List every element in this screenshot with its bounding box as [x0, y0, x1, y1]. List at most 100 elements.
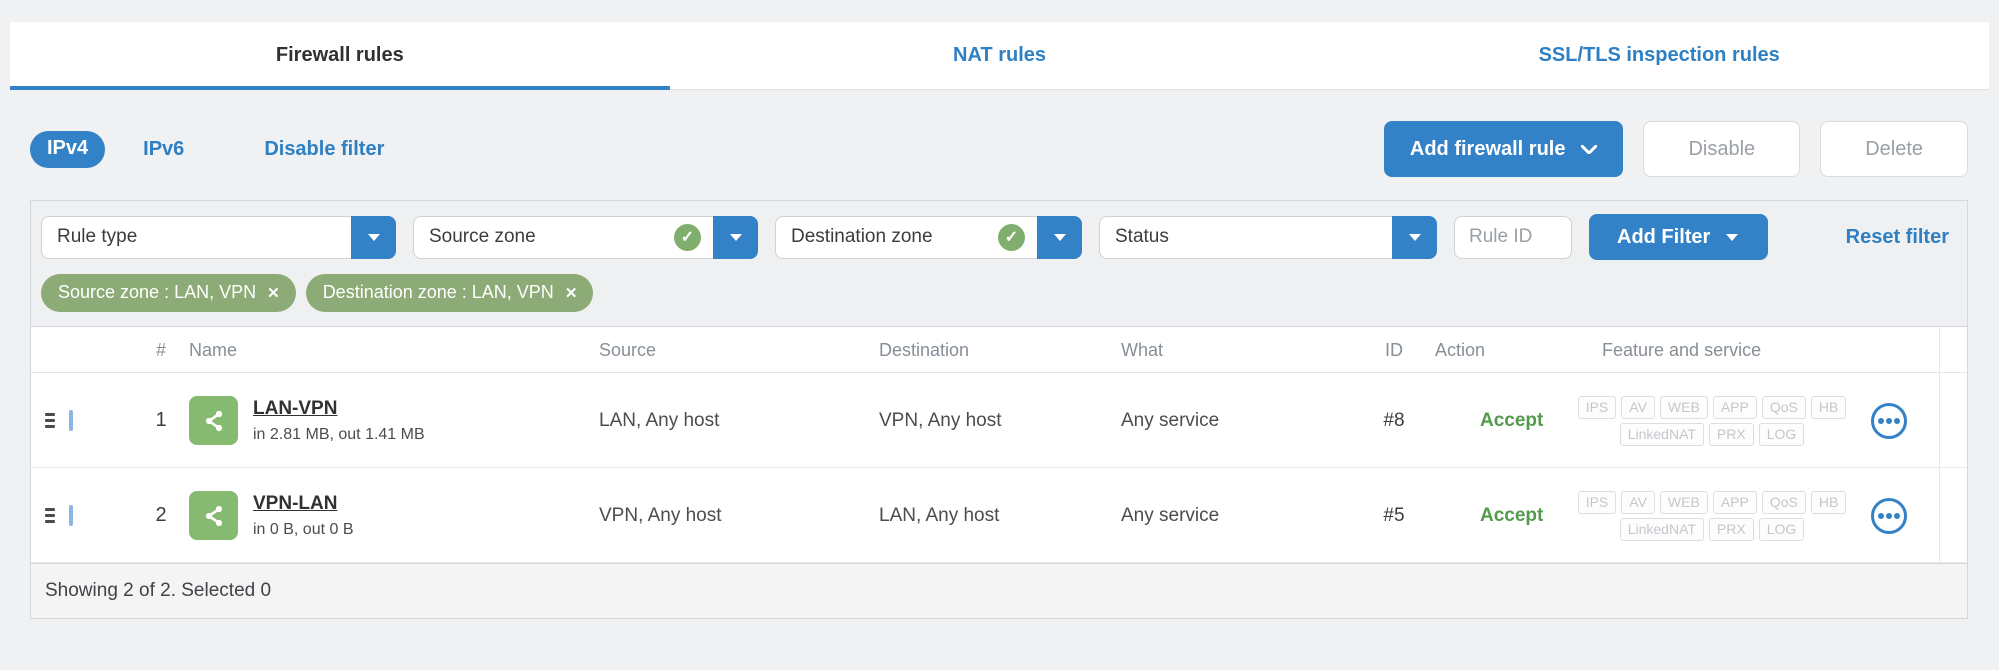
- badge-av: AV: [1621, 490, 1655, 514]
- add-firewall-rule-button[interactable]: Add firewall rule: [1383, 121, 1624, 177]
- delete-button[interactable]: Delete: [1820, 121, 1968, 177]
- status-label: Status: [1115, 226, 1169, 247]
- rule-what: Any service: [1121, 504, 1220, 526]
- badge-qos: QoS: [1761, 395, 1806, 419]
- badge-av: AV: [1621, 395, 1655, 419]
- toolbar-actions: Add firewall rule Disable Delete: [1383, 121, 1968, 177]
- chip-source-zone-label: Source zone : LAN, VPN: [58, 282, 257, 302]
- row-more-actions-icon[interactable]: [1871, 402, 1907, 439]
- status-dropdown[interactable]: Status: [1099, 215, 1437, 259]
- rule-destination: LAN, Any host: [879, 504, 1000, 526]
- badge-log: LOG: [1758, 422, 1805, 446]
- share-icon: [205, 505, 222, 526]
- scroll-gutter: [1939, 327, 1967, 374]
- remove-chip-icon[interactable]: ✕: [565, 284, 578, 302]
- tab-nat-rules[interactable]: NAT rules: [670, 22, 1330, 89]
- showing-count-text: Showing 2 of 2. Selected 0: [45, 580, 272, 601]
- rule-type-label: Rule type: [57, 226, 138, 247]
- add-firewall-rule-label: Add firewall rule: [1409, 137, 1566, 160]
- remove-chip-icon[interactable]: ✕: [267, 284, 280, 302]
- row-checkbox[interactable]: [69, 504, 73, 526]
- table-footer: Showing 2 of 2. Selected 0: [31, 563, 1967, 618]
- table-row: 1 LAN-VPN in 2.81 MB, out 1.41 MB LAN, A…: [31, 373, 1967, 468]
- tab-nat-rules-label: NAT rules: [953, 44, 1046, 66]
- filter-applied-check-icon: ✓: [998, 223, 1025, 251]
- badge-ips: IPS: [1577, 395, 1617, 419]
- chevron-down-icon: [729, 233, 742, 241]
- tab-ssl-tls-inspection-rules[interactable]: SSL/TLS inspection rules: [1329, 22, 1989, 89]
- reset-filter-link[interactable]: Reset filter: [1846, 226, 1949, 249]
- tab-ssl-tls-inspection-rules-label: SSL/TLS inspection rules: [1538, 44, 1780, 66]
- row-more-actions-icon[interactable]: [1871, 497, 1907, 534]
- header-destination: Destination: [879, 340, 970, 360]
- rule-name-link[interactable]: LAN-VPN: [253, 398, 337, 420]
- share-rule-icon: [189, 491, 238, 540]
- rules-tab-bar: Firewall rules NAT rules SSL/TLS inspect…: [10, 22, 1989, 90]
- share-rule-icon: [189, 396, 238, 445]
- rule-name-cell: LAN-VPN in 2.81 MB, out 1.41 MB: [189, 396, 599, 445]
- header-id: ID: [1385, 340, 1403, 360]
- header-action: Action: [1435, 340, 1486, 360]
- badge-linkednat: LinkedNAT: [1619, 517, 1704, 541]
- badge-qos: QoS: [1761, 490, 1806, 514]
- table-header: # Name Source Destination What ID Action…: [31, 326, 1967, 374]
- scroll-gutter: [1939, 373, 1967, 468]
- rule-id: #5: [1383, 504, 1405, 526]
- badge-hb: HB: [1810, 490, 1847, 514]
- row-number: 1: [155, 409, 167, 431]
- rule-destination: VPN, Any host: [879, 409, 1002, 431]
- chip-destination-zone-label: Destination zone : LAN, VPN: [322, 282, 554, 302]
- ipv4-toggle[interactable]: IPv4: [30, 130, 106, 168]
- rule-source: LAN, Any host: [599, 409, 720, 431]
- add-filter-button[interactable]: Add Filter: [1589, 214, 1769, 260]
- rule-what: Any service: [1121, 409, 1220, 431]
- share-icon: [205, 410, 222, 431]
- rule-type-dropdown[interactable]: Rule type: [41, 215, 396, 259]
- header-source: Source: [599, 340, 657, 360]
- rule-type-dropdown-button[interactable]: [351, 215, 396, 259]
- drag-handle-icon[interactable]: [31, 508, 69, 523]
- ipv6-toggle[interactable]: IPv6: [143, 138, 184, 161]
- scroll-gutter: [1939, 468, 1967, 563]
- add-filter-label: Add Filter: [1617, 225, 1711, 248]
- rule-source: VPN, Any host: [599, 504, 722, 526]
- row-checkbox[interactable]: [69, 409, 73, 431]
- disable-filter-link[interactable]: Disable filter: [264, 138, 384, 161]
- chevron-down-icon: [367, 233, 380, 241]
- badge-ips: IPS: [1577, 490, 1617, 514]
- chip-destination-zone[interactable]: Destination zone : LAN, VPN ✕: [305, 274, 594, 312]
- active-filter-chips: Source zone : LAN, VPN ✕ Destination zon…: [31, 272, 1967, 326]
- feature-badges: IPS AV WEB APP QoS HB LinkedNAT PRX LOG: [1547, 395, 1847, 446]
- badge-hb: HB: [1810, 395, 1847, 419]
- destination-zone-dropdown-button[interactable]: [1037, 215, 1082, 259]
- badge-prx: PRX: [1708, 422, 1754, 446]
- chevron-down-icon: [1408, 233, 1421, 241]
- tab-firewall-rules-label: Firewall rules: [275, 44, 404, 66]
- rule-type-field: Rule type: [41, 215, 351, 259]
- tab-firewall-rules[interactable]: Firewall rules: [10, 22, 670, 90]
- source-zone-dropdown[interactable]: Source zone ✓: [413, 215, 758, 259]
- status-dropdown-button[interactable]: [1392, 215, 1437, 259]
- badge-prx: PRX: [1708, 517, 1754, 541]
- rule-id-input[interactable]: [1454, 215, 1572, 259]
- source-zone-dropdown-button[interactable]: [713, 215, 758, 259]
- feature-and-service-cell: IPS AV WEB APP QoS HB LinkedNAT PRX LOG: [1547, 490, 1939, 541]
- chip-source-zone[interactable]: Source zone : LAN, VPN ✕: [41, 274, 296, 312]
- badge-app: APP: [1712, 395, 1757, 419]
- table-row: 2 VPN-LAN in 0 B, out 0 B VPN, Any host …: [31, 468, 1967, 563]
- rule-id: #8: [1383, 409, 1405, 431]
- firewall-rules-panel: Rule type Source zone ✓ Destination zone…: [30, 200, 1968, 619]
- rule-action: Accept: [1480, 409, 1544, 431]
- header-name: Name: [189, 340, 238, 360]
- rule-name-link[interactable]: VPN-LAN: [253, 493, 337, 515]
- badge-linkednat: LinkedNAT: [1619, 422, 1704, 446]
- header-feature-and-service: Feature and service: [1602, 340, 1762, 360]
- drag-handle-icon[interactable]: [31, 413, 69, 428]
- destination-zone-field: Destination zone ✓: [775, 215, 1037, 259]
- source-zone-label: Source zone: [429, 226, 536, 247]
- badge-app: APP: [1712, 490, 1757, 514]
- rule-traffic: in 0 B, out 0 B: [253, 520, 354, 538]
- destination-zone-dropdown[interactable]: Destination zone ✓: [775, 215, 1082, 259]
- header-number: #: [155, 340, 166, 360]
- disable-button[interactable]: Disable: [1643, 121, 1801, 177]
